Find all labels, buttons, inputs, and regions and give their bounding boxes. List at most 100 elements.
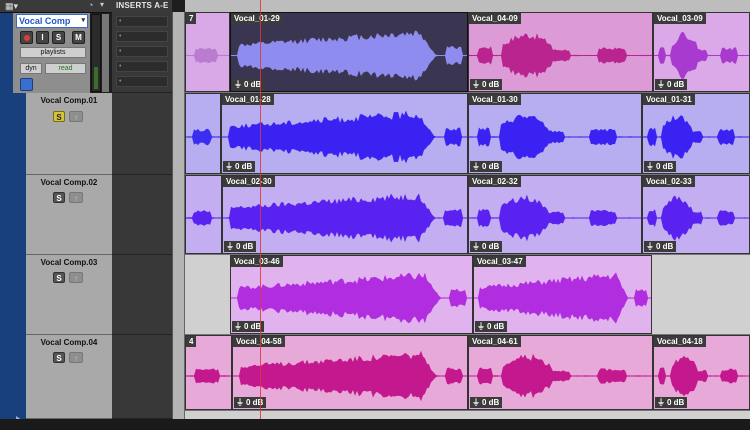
audio-clip[interactable]: Vocal_01-28 ⏚ 0 dB [221,93,468,174]
clip-gain-icon[interactable]: ⏚ [226,242,234,251]
insert-slot-a[interactable]: • [116,16,168,27]
clip-gain-badge[interactable]: ⏚ 0 dB [224,241,257,252]
audio-clip[interactable]: 4 [185,335,232,410]
clip-gain-icon[interactable]: ⏚ [236,398,244,407]
view-options-icon[interactable]: ▦▾ [5,1,18,12]
record-arm-button[interactable] [20,31,33,44]
clip-gain-icon[interactable]: ⏚ [477,322,485,331]
solo-button[interactable]: S [53,272,65,283]
clip-gain-icon[interactable]: ⏚ [657,80,665,89]
clip-gain-badge[interactable]: ⏚ 0 dB [655,79,688,90]
clip-name-label: Vocal_01-31 [643,94,695,105]
timeline-area[interactable]: 7 Vocal_01-29 ⏚ 0 dB Vocal_04-09 ⏚ 0 dB Vocal_0… [185,0,750,430]
automation-mode-selector[interactable]: read [45,63,86,74]
clip-gain-badge[interactable]: ⏚ 0 dB [470,241,503,252]
clip-name-label: Vocal_01-28 [222,94,274,105]
clip-gain-badge[interactable]: ⏚ 0 dB [475,321,508,332]
clip-gain-icon[interactable]: ⏚ [646,162,654,171]
clip-gain-icon[interactable]: ⏚ [234,322,242,331]
chevron-down-icon[interactable]: ▾ [81,15,85,27]
chevron-down-icon[interactable]: ▾ [100,0,104,9]
solo-button[interactable]: S [52,31,65,44]
inserts-panel-vocal-comp-02 [112,175,172,255]
track-name: Vocal Comp.01 [40,96,98,105]
audio-clip[interactable]: Vocal_04-61 ⏚ 0 dB [468,335,653,410]
clip-name-label: Vocal_02-32 [469,176,521,187]
inserts-panel-vocal-comp-01 [112,93,172,175]
waveform [186,368,231,384]
clip-name-label: Vocal_02-33 [643,176,695,187]
clip-gain-badge[interactable]: ⏚ 0 dB [234,397,267,408]
clip-gain-icon[interactable]: ⏚ [472,398,480,407]
clip-gain-icon[interactable]: ⏚ [472,80,480,89]
clip-gain-icon[interactable]: ⏚ [472,242,480,251]
audio-clip[interactable] [185,175,222,254]
audio-clip[interactable]: Vocal_02-30 ⏚ 0 dB [222,175,468,254]
insert-slot-b[interactable]: • [116,31,168,42]
clip-gain-badge[interactable]: ⏚ 0 dB [470,161,503,172]
audio-clip[interactable]: Vocal_03-47 ⏚ 0 dB [473,255,652,334]
clip-gain-badge[interactable]: ⏚ 0 dB [470,397,503,408]
track-header-vocal-comp-02[interactable]: Vocal Comp.02 S ↑ [26,175,112,255]
clip-gain-icon[interactable]: ⏚ [225,162,233,171]
insert-slot-e[interactable]: • [116,76,168,87]
track-arrow-icon[interactable]: ↑ [69,111,83,122]
clip-gain-badge[interactable]: ⏚ 0 dB [655,397,688,408]
solo-button[interactable]: S [53,111,65,122]
audio-clip[interactable] [185,93,221,174]
audio-clip[interactable]: Vocal_01-31 ⏚ 0 dB [642,93,750,174]
audio-clip[interactable]: Vocal_02-32 ⏚ 0 dB [468,175,642,254]
input-monitor-button[interactable]: I [36,31,49,44]
clip-gain-badge[interactable]: ⏚ 0 dB [644,161,677,172]
solo-button[interactable]: S [53,192,65,203]
audio-clip[interactable]: Vocal_01-29 ⏚ 0 dB [230,12,468,92]
track-header-vocal-comp-03[interactable]: Vocal Comp.03 S ↑ [26,255,112,335]
audio-clip[interactable]: Vocal_03-46 ⏚ 0 dB [230,255,473,334]
playlists-selector[interactable]: playlists [20,47,86,58]
track-arrow-icon[interactable]: ↑ [69,272,83,283]
audio-clip[interactable]: Vocal_01-30 ⏚ 0 dB [468,93,642,174]
playlist-lane[interactable]: 4 Vocal_04-58 ⏚ 0 dB Vocal_04-61 ⏚ 0 dB Vocal_0… [185,335,750,411]
playlist-lane[interactable]: Vocal_01-28 ⏚ 0 dB Vocal_01-30 ⏚ 0 dB Vocal_01… [185,93,750,175]
clip-gain-icon[interactable]: ⏚ [472,162,480,171]
bottom-bar [0,419,750,430]
clip-name-label: Vocal_03-09 [654,13,706,24]
track-header-vocal-comp-01[interactable]: Vocal Comp.01 S ↑ [26,93,112,175]
audio-clip[interactable]: Vocal_04-18 ⏚ 0 dB [653,335,750,410]
audio-clip[interactable]: Vocal_04-09 ⏚ 0 dB [468,12,653,92]
clip-name-label: Vocal_02-30 [223,176,275,187]
waveform [233,350,467,402]
clock-icon[interactable]: ◔ [88,0,100,11]
clip-gain-badge[interactable]: ⏚ 0 dB [470,79,503,90]
clip-gain-value: 0 dB [244,80,262,89]
track-arrow-icon[interactable]: ↑ [69,352,83,363]
clip-gain-icon[interactable]: ⏚ [646,242,654,251]
insert-slot-c[interactable]: • [116,46,168,57]
insert-slot-d[interactable]: • [116,61,168,72]
clip-gain-value: 0 dB [667,398,685,407]
clip-gain-icon[interactable]: ⏚ [234,80,242,89]
solo-button[interactable]: S [53,352,65,363]
track-arrow-icon[interactable]: ↑ [69,192,83,203]
playhead-cursor[interactable] [260,0,261,430]
clip-name-label: Vocal_04-61 [469,336,521,347]
clip-gain-value: 0 dB [656,162,674,171]
track-header-vocal-comp-04[interactable]: Vocal Comp.04 S ↑ [26,335,112,419]
audio-clip[interactable]: Vocal_02-33 ⏚ 0 dB [642,175,750,254]
playlist-lane[interactable]: Vocal_02-30 ⏚ 0 dB Vocal_02-32 ⏚ 0 dB Vocal_02… [185,175,750,255]
track-color-icon[interactable] [20,78,33,91]
record-dot-icon [24,35,30,41]
audio-clip[interactable]: Vocal_03-09 ⏚ 0 dB [653,12,750,92]
audio-clip[interactable]: Vocal_04-58 ⏚ 0 dB [232,335,468,410]
clip-gain-icon[interactable]: ⏚ [657,398,665,407]
track-view-selector[interactable]: dyn [20,63,42,74]
audio-clip[interactable]: 7 [185,12,230,92]
clip-gain-badge[interactable]: ⏚ 0 dB [644,241,677,252]
clip-name-label: Vocal_04-18 [654,336,706,347]
playlist-lane[interactable]: 7 Vocal_01-29 ⏚ 0 dB Vocal_04-09 ⏚ 0 dB Vocal_0… [185,12,750,93]
clip-name-label: Vocal_01-30 [469,94,521,105]
track-name-field[interactable]: Vocal Comp ▾ [16,14,88,28]
playlist-lane[interactable]: Vocal_03-46 ⏚ 0 dB Vocal_03-47 ⏚ 0 dB [185,255,750,335]
mute-button[interactable]: M [72,31,85,44]
clip-gain-badge[interactable]: ⏚ 0 dB [223,161,256,172]
